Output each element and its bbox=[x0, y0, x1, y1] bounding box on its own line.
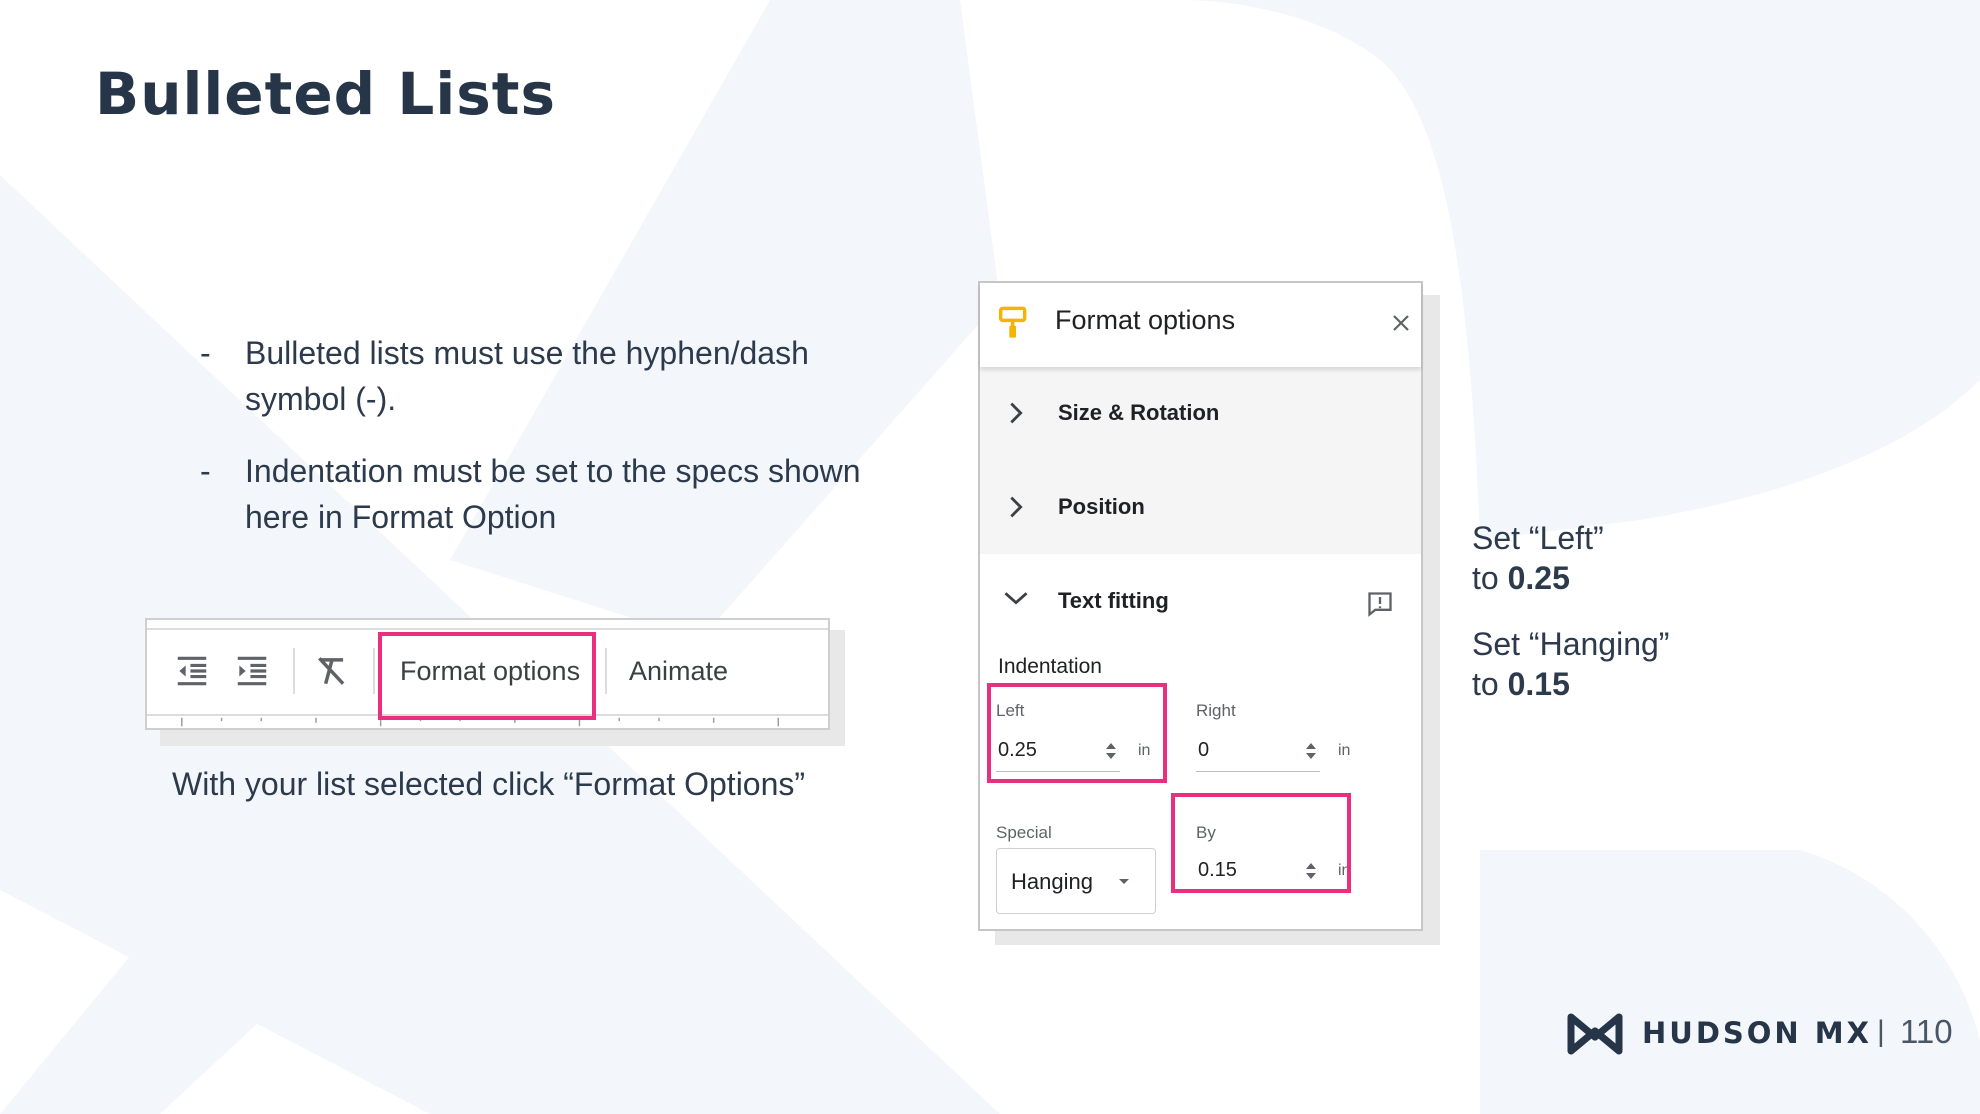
chevron-down-icon bbox=[1004, 592, 1028, 605]
toolbar-separator bbox=[373, 648, 375, 694]
animate-button[interactable]: Animate bbox=[629, 656, 728, 687]
bullet-dash: - bbox=[200, 453, 211, 489]
hanging-note-value: 0.15 bbox=[1507, 666, 1570, 702]
right-field-underline bbox=[1196, 771, 1320, 772]
footer-brand: HUDSON MX bbox=[1642, 1016, 1873, 1050]
section-label: Size & Rotation bbox=[1058, 400, 1220, 425]
left-note-value: 0.25 bbox=[1507, 560, 1570, 596]
increase-indent-icon[interactable] bbox=[233, 652, 271, 690]
toolbar-divider bbox=[147, 628, 828, 630]
left-note-value-line: to 0.25 bbox=[1472, 558, 1669, 598]
paint-roller-icon bbox=[998, 306, 1027, 338]
bullet-list: - Bulleted lists must use the hyphen/das… bbox=[200, 330, 900, 566]
right-unit: in bbox=[1338, 742, 1351, 759]
size-rotation-section[interactable]: Size & Rotation bbox=[980, 367, 1421, 460]
bullet-item: - Indentation must be set to the specs s… bbox=[200, 448, 900, 540]
bullet-text-line: here in Format Option bbox=[245, 499, 557, 535]
bullet-item: - Bulleted lists must use the hyphen/das… bbox=[200, 330, 900, 422]
bullet-text-line: symbol (-). bbox=[245, 381, 397, 417]
close-icon[interactable] bbox=[1391, 313, 1411, 333]
hanging-note: Set “Hanging” to 0.15 bbox=[1472, 624, 1669, 704]
right-indent-input[interactable]: 0 bbox=[1198, 739, 1209, 762]
panel-title: Format options bbox=[1055, 305, 1236, 335]
toolbar-caption: With your list selected click “Format Op… bbox=[172, 766, 806, 802]
decrease-indent-icon[interactable] bbox=[173, 652, 211, 690]
side-notes: Set “Left” to 0.25 Set “Hanging” to 0.15 bbox=[1472, 518, 1669, 730]
hanging-note-prefix: to bbox=[1472, 666, 1508, 702]
toolbar-separator bbox=[293, 648, 295, 694]
format-options-highlight bbox=[378, 632, 596, 720]
hudson-mx-logo-icon bbox=[1567, 1013, 1623, 1055]
position-section[interactable]: Position bbox=[980, 460, 1421, 554]
text-fitting-section[interactable]: Text fitting bbox=[980, 554, 1421, 634]
left-note-prefix: to bbox=[1472, 560, 1508, 596]
right-field-label: Right bbox=[1196, 701, 1236, 720]
toolbar-separator bbox=[605, 648, 607, 694]
hanging-note-value-line: to 0.15 bbox=[1472, 664, 1669, 704]
feedback-icon[interactable] bbox=[1366, 590, 1394, 618]
slide-title: Bulleted Lists bbox=[95, 60, 556, 128]
chevron-right-icon bbox=[1010, 402, 1023, 424]
chevron-right-icon bbox=[1010, 496, 1023, 518]
clear-formatting-icon[interactable] bbox=[313, 652, 351, 690]
left-note-line: Set “Left” bbox=[1472, 520, 1604, 556]
special-select-value: Hanging bbox=[1011, 869, 1093, 894]
hanging-note-line: Set “Hanging” bbox=[1472, 626, 1670, 662]
dropdown-arrow-icon bbox=[1119, 879, 1129, 884]
section-label: Text fitting bbox=[1058, 588, 1169, 613]
bullet-text-line: Indentation must be set to the specs sho… bbox=[245, 453, 861, 489]
panel-header: Format options bbox=[980, 283, 1421, 367]
footer-separator: | bbox=[1877, 1015, 1885, 1048]
bullet-text-line: Bulleted lists must use the hyphen/dash bbox=[245, 335, 809, 371]
left-note: Set “Left” to 0.25 bbox=[1472, 518, 1669, 598]
special-field-label: Special bbox=[996, 823, 1052, 842]
page-number: 110 bbox=[1900, 1013, 1953, 1050]
indentation-label: Indentation bbox=[998, 655, 1102, 678]
right-spinner-icon[interactable] bbox=[1304, 740, 1318, 762]
by-indent-highlight bbox=[1171, 793, 1351, 893]
bullet-dash: - bbox=[200, 335, 211, 371]
special-select[interactable]: Hanging bbox=[996, 848, 1156, 914]
left-indent-highlight bbox=[987, 683, 1167, 783]
section-label: Position bbox=[1058, 494, 1145, 519]
